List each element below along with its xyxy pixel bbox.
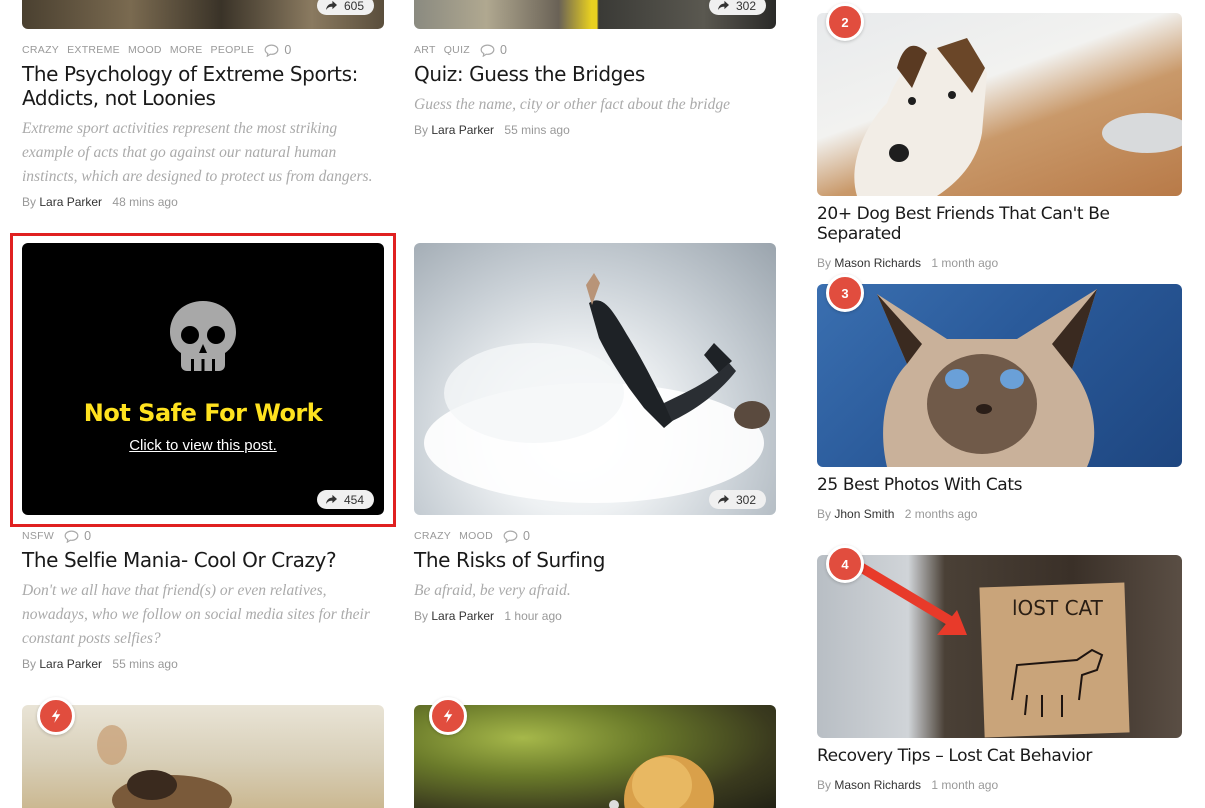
potato-image [609,755,714,808]
author-link[interactable]: Lara Parker [39,657,102,671]
post-thumbnail[interactable] [22,705,384,808]
post-time: 1 month ago [931,256,999,270]
rank-badge: 2 [826,3,864,41]
dog-image [854,38,1182,196]
nsfw-title: Not Safe For Work [83,399,323,427]
post-thumbnail[interactable]: 302 [414,243,776,515]
author-link[interactable]: Lara Parker [39,195,102,209]
share-arrow-icon [717,494,729,505]
post-byline: By Lara Parker 1 hour ago [414,609,562,623]
nsfw-overlay[interactable]: Not Safe For Work Click to view this pos… [22,243,384,515]
post-byline: By Mason Richards 1 month ago [817,778,999,792]
post-card-selfie-mania: Not Safe For Work Click to view this pos… [22,243,384,671]
post-time: 1 month ago [931,778,999,792]
comment-bubble-icon [264,44,279,57]
post-excerpt: Don't we all have that friend(s) or even… [22,582,370,647]
trending-item-4: lOST CAT Recovery Tips – Lost Cat Behavi… [817,555,1182,792]
hot-badge [37,697,75,735]
tag-more[interactable]: MORE [170,44,203,56]
post-card-hot-1 [22,705,384,808]
post-card-risks-of-surfing: 302 CRAZY MOOD 0 The Risks of Surfing Be… [414,243,776,623]
lost-cat-poster-image: lOST CAT [854,560,1130,738]
view-post-link[interactable]: Click to view this post. [22,437,384,454]
post-time: 2 months ago [904,507,978,521]
comment-bubble-icon [503,530,518,543]
trending-title[interactable]: Recovery Tips – Lost Cat Behavior [817,746,1182,766]
comment-bubble-icon [64,530,79,543]
comment-bubble-icon [480,44,495,57]
trending-item-2: 20+ Dog Best Friends That Can't Be Separ… [817,13,1182,270]
post-byline: By Lara Parker 55 mins ago [414,123,570,137]
author-link[interactable]: Mason Richards [834,256,921,270]
post-thumbnail[interactable]: 605 [22,0,384,29]
rank-badge: 4 [826,545,864,583]
post-title[interactable]: The Psychology of Extreme Sports: Addict… [22,62,384,110]
comment-count[interactable]: 0 [64,529,91,543]
trending-title[interactable]: 25 Best Photos With Cats [817,475,1182,495]
post-byline: By Jhon Smith 2 months ago [817,507,978,521]
post-title[interactable]: The Selfie Mania- Cool Or Crazy? [22,548,384,572]
cat-image [877,289,1097,467]
comment-count[interactable]: 0 [480,43,507,57]
tag-crazy[interactable]: CRAZY [414,530,451,542]
post-thumbnail[interactable]: 302 [414,0,776,29]
tag-art[interactable]: ART [414,44,436,56]
hot-badge [429,697,467,735]
author-link[interactable]: Lara Parker [431,123,494,137]
skull-icon [170,301,236,371]
share-count: 605 [343,0,364,13]
post-time: 48 mins ago [112,195,178,209]
post-excerpt: Be afraid, be very afraid. [414,582,571,599]
rank-badge: 3 [826,274,864,312]
share-arrow-icon [325,0,337,11]
post-time: 55 mins ago [112,657,178,671]
svg-text:lOST CAT: lOST CAT [1012,596,1104,620]
post-byline: By Lara Parker 55 mins ago [22,657,178,671]
tag-people[interactable]: PEOPLE [211,44,255,56]
share-count: 302 [735,0,756,13]
share-count-badge[interactable]: 454 [316,490,374,509]
post-card-hot-2 [414,705,776,808]
share-arrow-icon [325,494,337,505]
share-arrow-icon [717,0,729,11]
share-count: 454 [343,492,364,507]
post-thumbnail[interactable] [414,705,776,808]
tag-quiz[interactable]: QUIZ [444,44,470,56]
post-thumbnail[interactable]: lOST CAT [817,555,1182,738]
tag-mood[interactable]: MOOD [128,44,162,56]
trending-title[interactable]: 20+ Dog Best Friends That Can't Be Separ… [817,204,1182,244]
post-time: 55 mins ago [504,123,570,137]
surfer-image [424,273,770,503]
tag-mood[interactable]: MOOD [459,530,493,542]
post-byline: By Lara Parker 48 mins ago [22,195,178,209]
post-title[interactable]: Quiz: Guess the Bridges [414,62,776,86]
post-title[interactable]: The Risks of Surfing [414,548,776,572]
post-thumbnail[interactable] [817,284,1182,467]
share-count-badge[interactable]: 302 [708,490,766,509]
cat-image [97,725,232,808]
tag-nsfw[interactable]: NSFW [22,530,54,542]
tag-extreme[interactable]: EXTREME [67,44,120,56]
share-count-badge[interactable]: 302 [708,0,766,15]
share-count: 302 [735,492,756,507]
author-link[interactable]: Jhon Smith [834,507,894,521]
post-thumbnail[interactable] [817,13,1182,196]
share-count-badge[interactable]: 605 [316,0,374,15]
comment-count[interactable]: 0 [503,529,530,543]
post-excerpt: Extreme sport activities represent the m… [22,120,373,185]
post-card-extreme-sports: 605 CRAZY EXTREME MOOD MORE PEOPLE 0 The… [22,0,384,209]
post-excerpt: Guess the name, city or other fact about… [414,96,730,113]
lightning-icon [443,709,453,723]
author-link[interactable]: Mason Richards [834,778,921,792]
post-byline: By Mason Richards 1 month ago [817,256,999,270]
author-link[interactable]: Lara Parker [431,609,494,623]
tag-crazy[interactable]: CRAZY [22,44,59,56]
post-card-quiz-bridges: 302 ART QUIZ 0 Quiz: Guess the Bridges G… [414,0,776,137]
trending-item-3: 25 Best Photos With Cats By Jhon Smith 2… [817,284,1182,521]
lightning-icon [51,709,61,723]
comment-count[interactable]: 0 [264,43,291,57]
post-time: 1 hour ago [504,609,562,623]
